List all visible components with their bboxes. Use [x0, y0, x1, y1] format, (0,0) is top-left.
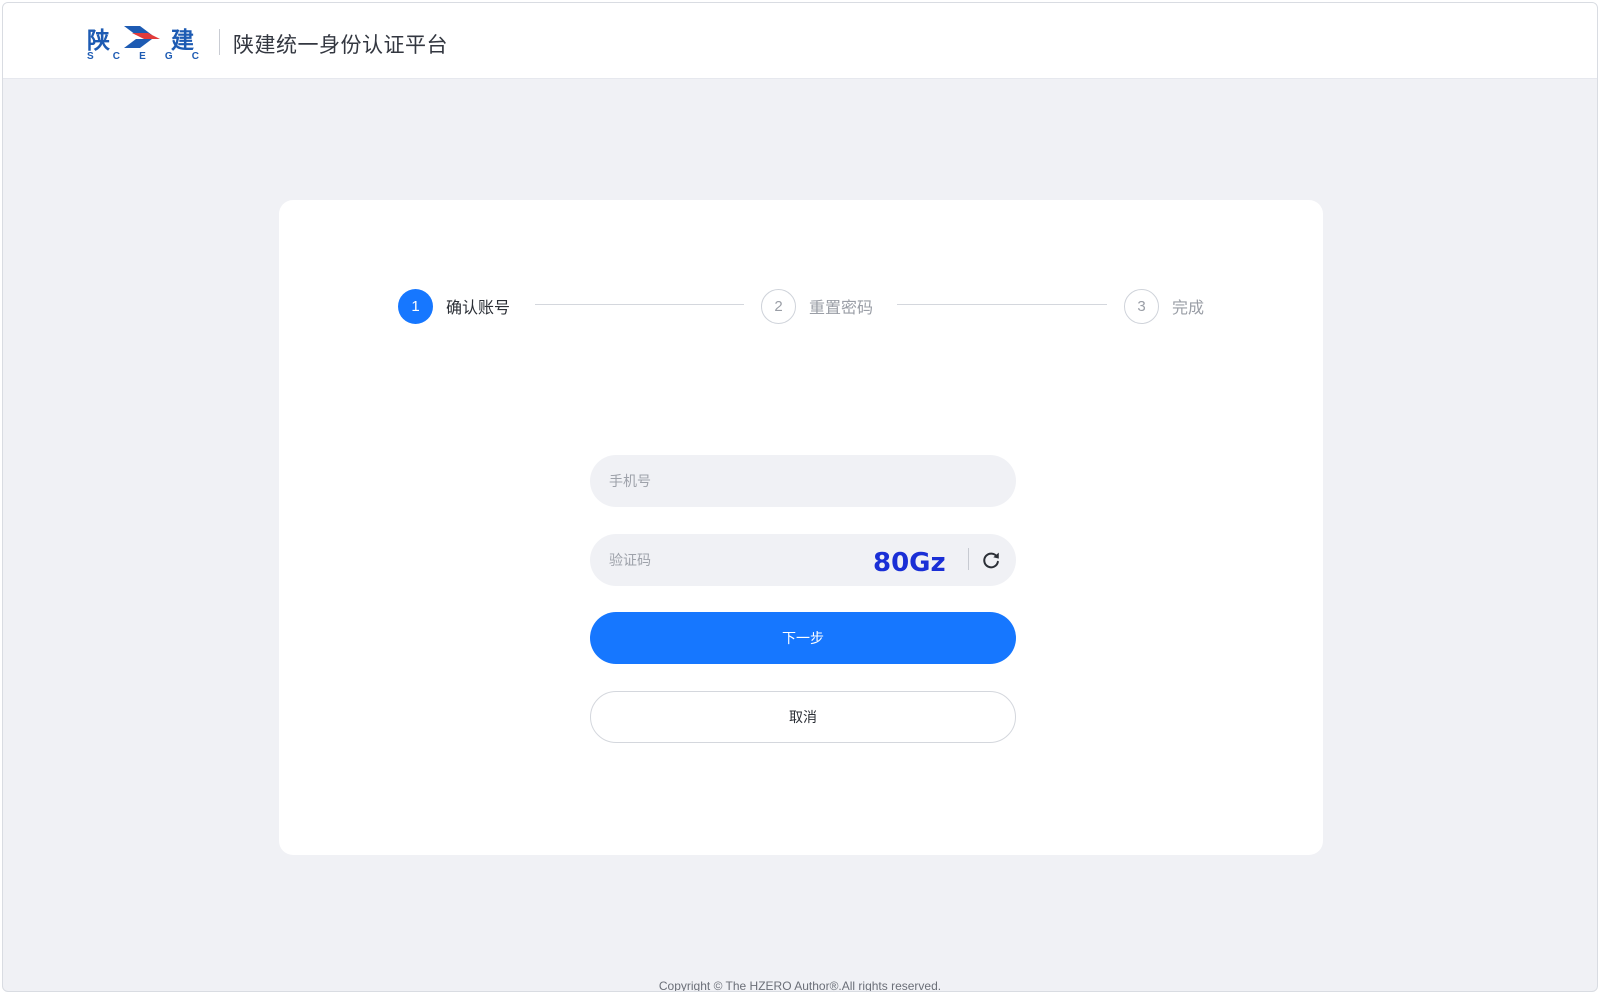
cancel-button[interactable]: 取消 [590, 691, 1016, 743]
phone-field [590, 455, 1016, 507]
logo-letter: C [112, 51, 120, 62]
step-label: 重置密码 [809, 300, 874, 317]
refresh-icon[interactable] [980, 549, 1002, 571]
step-label: 确认账号 [446, 300, 511, 317]
logo-chevron-icon [124, 26, 160, 48]
logo-letter: S [87, 51, 94, 62]
app-window: 陕 建 S C E G C 陕建统一身份认证平台 1 确认账号 2 重置密码 3… [2, 2, 1598, 992]
captcha-input[interactable] [590, 534, 860, 586]
logo-char-right: 建 [171, 27, 194, 53]
step-number-badge: 2 [761, 288, 796, 324]
logo-letter: E [139, 51, 146, 62]
captcha-text: 80Gz [873, 548, 946, 578]
next-step-button[interactable]: 下一步 [590, 612, 1016, 664]
step-number-badge: 1 [398, 288, 433, 324]
header-divider [219, 29, 220, 55]
captcha-field: 80Gz [590, 534, 1016, 586]
step-reset-password: 2 重置密码 [761, 288, 873, 324]
logo-letter: C [191, 51, 199, 62]
phone-input[interactable] [590, 455, 1016, 507]
logo-english-letters: S C E G C [87, 51, 199, 63]
top-header: 陕 建 S C E G C 陕建统一身份认证平台 [3, 3, 1597, 79]
captcha-image[interactable]: 80Gz [871, 546, 951, 578]
logo-char-left: 陕 [87, 27, 110, 53]
step-confirm-account: 1 确认账号 [398, 288, 510, 324]
logo-letter: G [164, 51, 173, 62]
step-number-badge: 3 [1124, 288, 1159, 324]
company-logo: 陕 建 S C E G C [87, 21, 202, 63]
captcha-divider [968, 548, 969, 570]
platform-title: 陕建统一身份认证平台 [233, 34, 448, 57]
copyright-text: Copyright © The HZERO Author®.All rights… [658, 979, 942, 992]
step-complete: 3 完成 [1124, 288, 1204, 324]
step-connector [897, 304, 1107, 305]
step-label: 完成 [1172, 300, 1205, 317]
reset-password-card: 1 确认账号 2 重置密码 3 完成 80Gz [279, 200, 1323, 855]
step-connector [535, 304, 744, 305]
